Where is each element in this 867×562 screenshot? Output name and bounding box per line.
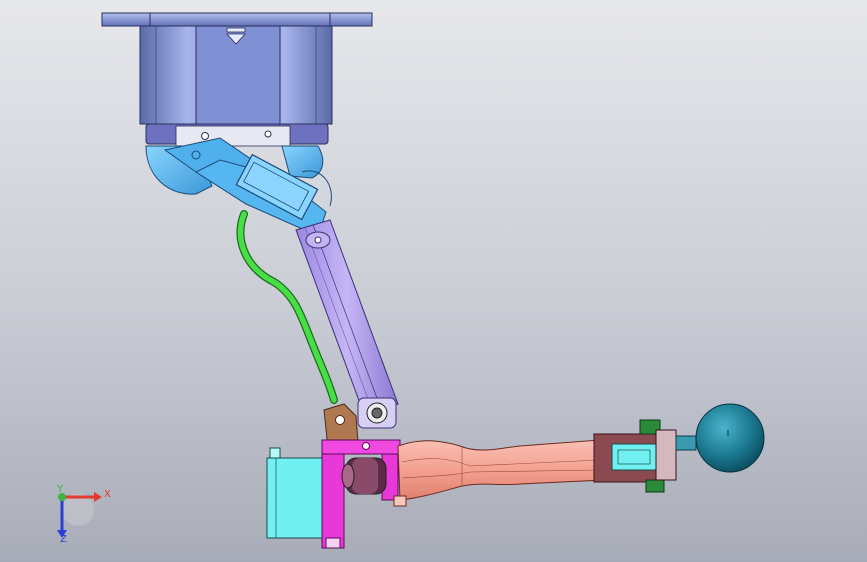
y-axis-label: Y — [56, 484, 64, 495]
upper-link[interactable] — [295, 219, 399, 415]
robot-arm-model[interactable]: X Y Z — [0, 0, 867, 562]
cad-viewport[interactable]: X Y Z — [0, 0, 867, 562]
end-effector-ball[interactable] — [695, 403, 765, 473]
coordinate-triad: X Y Z — [56, 484, 111, 545]
wrist-housing[interactable] — [593, 419, 697, 493]
top-flange — [101, 12, 373, 27]
cyan-gearbox[interactable] — [266, 447, 324, 539]
roller — [341, 457, 387, 495]
x-axis-label: X — [104, 489, 111, 500]
base-mount[interactable] — [101, 12, 373, 147]
forearm[interactable] — [393, 439, 605, 507]
z-axis-label: Z — [60, 534, 67, 545]
